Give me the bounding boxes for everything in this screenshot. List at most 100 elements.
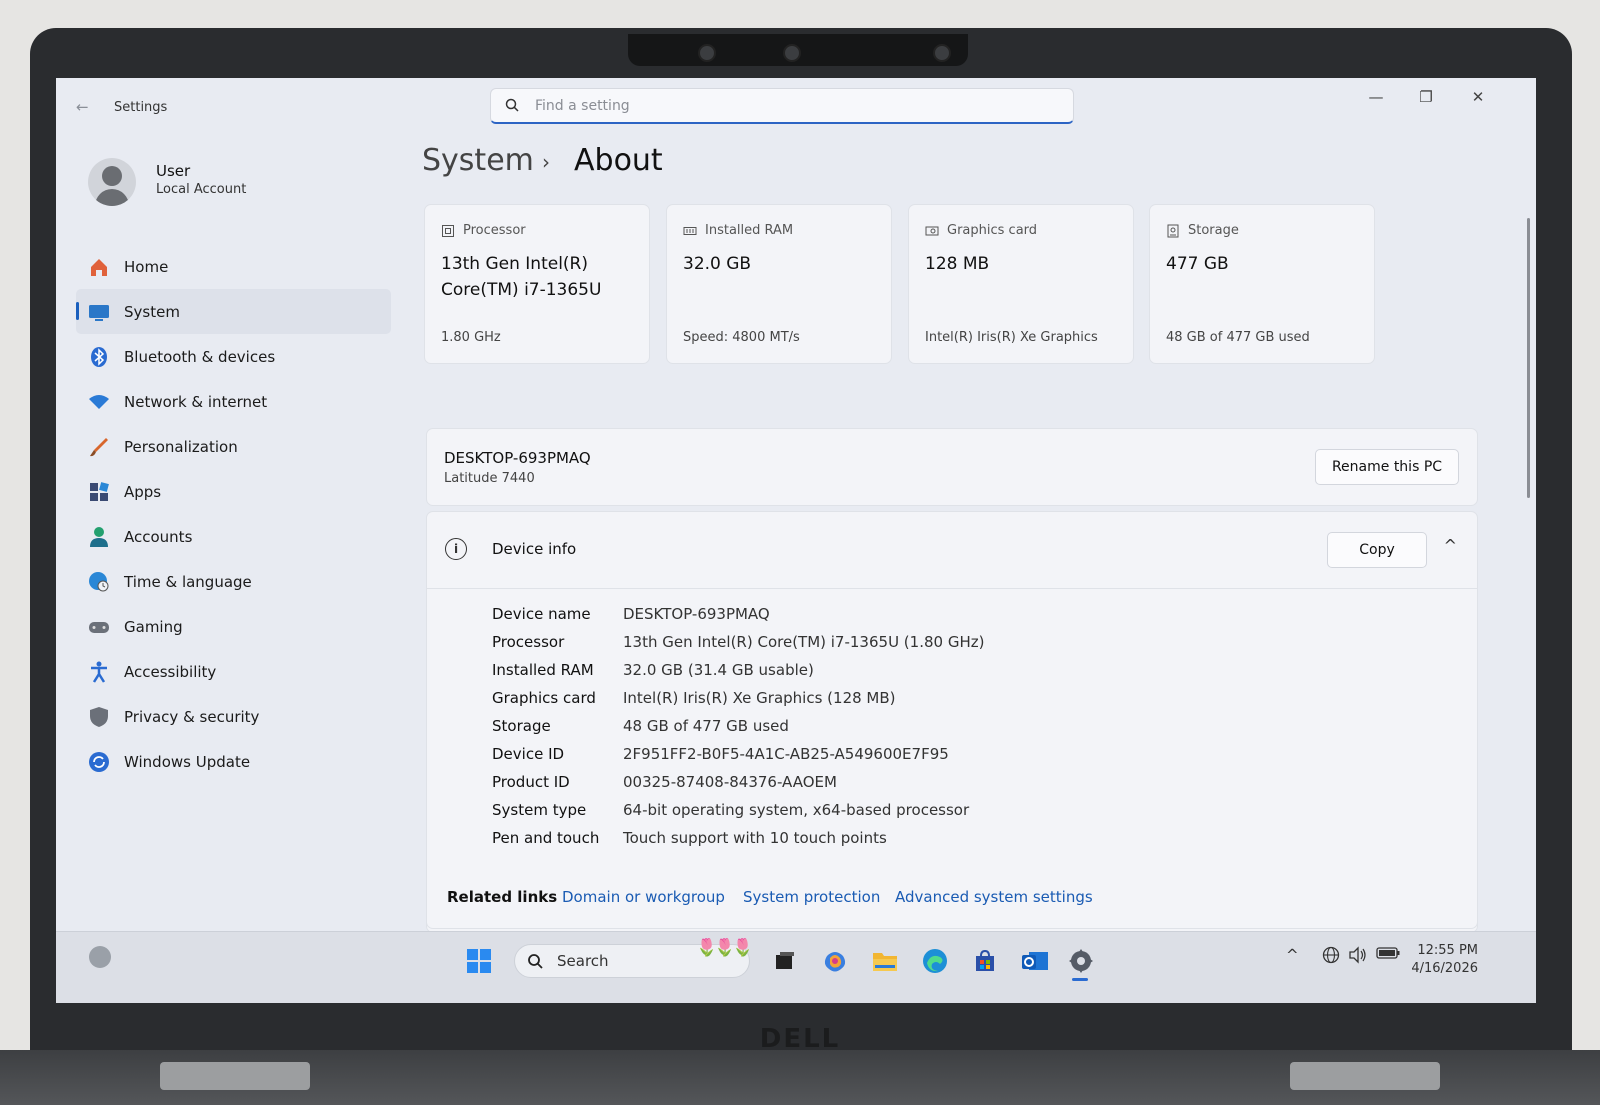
sidebar-item-accessibility[interactable]: Accessibility	[76, 649, 391, 694]
sidebar-item-bluetooth[interactable]: Bluetooth & devices	[76, 334, 391, 379]
webcam-lens	[783, 44, 801, 62]
copilot-icon[interactable]	[818, 944, 852, 978]
advanced-system-settings-link[interactable]: Advanced system settings	[895, 888, 1093, 906]
spec-row: Device name DESKTOP-693PMAQ	[492, 600, 984, 628]
spec-key: Product ID	[492, 773, 570, 791]
spec-row: Processor 13th Gen Intel(R) Core(TM) i7-1…	[492, 628, 984, 656]
screen: ← Settings — ❐ ✕ User Local Account Home…	[56, 78, 1536, 1003]
spec-key: Pen and touch	[492, 829, 600, 847]
spec-key: Device ID	[492, 745, 565, 763]
hinge-left	[160, 1062, 310, 1090]
start-button[interactable]	[462, 944, 496, 978]
sidebar-item-system[interactable]: System	[76, 289, 391, 334]
tray-overflow-chevron-icon[interactable]: ^	[1286, 946, 1299, 964]
spec-value: 64-bit operating system, x64-based proce…	[623, 801, 970, 819]
device-info-header[interactable]: i Device info Copy ^	[427, 512, 1477, 589]
sidebar-item-windows-update[interactable]: Windows Update	[76, 739, 391, 784]
ram-icon	[683, 226, 697, 235]
bluetooth-icon	[88, 346, 110, 368]
close-button[interactable]: ✕	[1458, 88, 1498, 106]
system-protection-link[interactable]: System protection	[743, 888, 880, 906]
card-subtext: Speed: 4800 MT/s	[683, 330, 800, 345]
back-arrow-icon[interactable]: ←	[76, 98, 89, 116]
spec-value: 00325-87408-84376-AAOEM	[623, 773, 837, 791]
task-view-icon[interactable]	[768, 944, 802, 978]
globe-clock-icon	[88, 571, 110, 593]
spec-key: System type	[492, 801, 587, 819]
avatar[interactable]	[88, 158, 136, 206]
spec-key: Processor	[492, 633, 565, 651]
spec-value: Touch support with 10 touch points	[623, 829, 887, 847]
settings-app-icon[interactable]	[1064, 944, 1098, 978]
spec-row: Product ID 00325-87408-84376-AAOEM	[492, 768, 984, 796]
spec-key: Storage	[492, 717, 551, 735]
update-icon	[88, 751, 110, 773]
ir-sensor	[933, 44, 951, 62]
volume-icon[interactable]	[1348, 946, 1368, 968]
wifi-icon	[88, 391, 110, 413]
sidebar-item-home[interactable]: Home	[76, 244, 391, 289]
spec-value: 13th Gen Intel(R) Core(TM) i7-1365U (1.8…	[623, 633, 985, 651]
widgets-icon[interactable]	[89, 946, 111, 968]
avatar-head	[102, 166, 122, 186]
sidebar-item-privacy[interactable]: Privacy & security	[76, 694, 391, 739]
windows-logo-icon	[467, 949, 491, 973]
related-links-label: Related links	[447, 888, 558, 906]
gamepad-icon	[88, 616, 110, 638]
sidebar-item-personalization[interactable]: Personalization	[76, 424, 391, 469]
pc-name-section: DESKTOP-693PMAQ Latitude 7440 Rename thi…	[426, 428, 1478, 506]
device-spec-list: Device name DESKTOP-693PMAQ Processor 13th…	[492, 600, 984, 852]
sidebar-item-network[interactable]: Network & internet	[76, 379, 391, 424]
card-value: 477 GB	[1166, 254, 1229, 274]
graphics-card-icon	[925, 226, 939, 235]
domain-workgroup-link[interactable]: Domain or workgroup	[562, 888, 725, 906]
active-app-indicator	[1072, 978, 1088, 981]
card-title: Graphics card	[947, 223, 1038, 238]
breadcrumb-separator: ›	[542, 150, 550, 174]
brush-icon	[88, 436, 110, 458]
storage-card: Storage 477 GB 48 GB of 477 GB used	[1149, 204, 1375, 364]
tulips-icon: 🌷🌷🌷	[696, 938, 753, 958]
apps-icon	[88, 481, 110, 503]
network-globe-icon[interactable]	[1322, 946, 1340, 968]
spec-row: Graphics card Intel(R) Iris(R) Xe Graphic…	[492, 684, 984, 712]
sidebar-item-gaming[interactable]: Gaming	[76, 604, 391, 649]
battery-icon[interactable]	[1376, 946, 1400, 964]
spec-value: Intel(R) Iris(R) Xe Graphics (128 MB)	[623, 689, 896, 707]
edge-browser-icon[interactable]	[918, 944, 952, 978]
card-subtext: 1.80 GHz	[441, 330, 501, 345]
sidebar-item-label: System	[124, 302, 180, 321]
spec-row: Device ID 2F951FF2-B0F5-4A1C-AB25-A549600…	[492, 740, 984, 768]
rename-pc-button[interactable]: Rename this PC	[1315, 449, 1459, 485]
sidebar-item-time-language[interactable]: Time & language	[76, 559, 391, 604]
breadcrumb-parent[interactable]: System	[422, 143, 534, 178]
sidebar-item-label: Accounts	[124, 527, 193, 546]
home-icon	[88, 256, 110, 278]
shield-icon	[88, 706, 110, 728]
sidebar-item-label: Bluetooth & devices	[124, 347, 276, 366]
sidebar-nav: Home System Bluetooth & devices Network …	[76, 244, 391, 784]
sidebar-item-apps[interactable]: Apps	[76, 469, 391, 514]
processor-card: Processor 13th Gen Intel(R) Core(TM) i7-…	[424, 204, 650, 364]
copy-button[interactable]: Copy	[1327, 532, 1427, 568]
spec-value: DESKTOP-693PMAQ	[623, 605, 770, 623]
file-explorer-icon[interactable]	[868, 944, 902, 978]
maximize-button[interactable]: ❐	[1406, 88, 1446, 106]
pc-name: DESKTOP-693PMAQ	[444, 449, 591, 467]
sidebar-item-accounts[interactable]: Accounts	[76, 514, 391, 559]
chevron-up-icon[interactable]: ^	[1444, 536, 1457, 555]
scrollbar[interactable]	[1527, 218, 1530, 498]
spec-value: 48 GB of 477 GB used	[623, 717, 789, 735]
minimize-button[interactable]: —	[1356, 88, 1396, 106]
sidebar-item-label: Privacy & security	[124, 707, 260, 726]
store-icon[interactable]	[968, 944, 1002, 978]
card-value: 32.0 GB	[683, 254, 752, 274]
card-value: 13th Gen Intel(R) Core(TM) i7-1365U	[441, 254, 602, 300]
settings-search[interactable]	[490, 88, 1074, 124]
search-input[interactable]	[533, 93, 1057, 119]
spec-key: Installed RAM	[492, 661, 594, 679]
avatar-body	[95, 189, 129, 206]
outlook-icon[interactable]	[1018, 944, 1052, 978]
graphics-card: Graphics card 128 MB Intel(R) Iris(R) Xe…	[908, 204, 1134, 364]
system-clock[interactable]: 12:55 PM 4/16/2026	[1411, 942, 1478, 978]
